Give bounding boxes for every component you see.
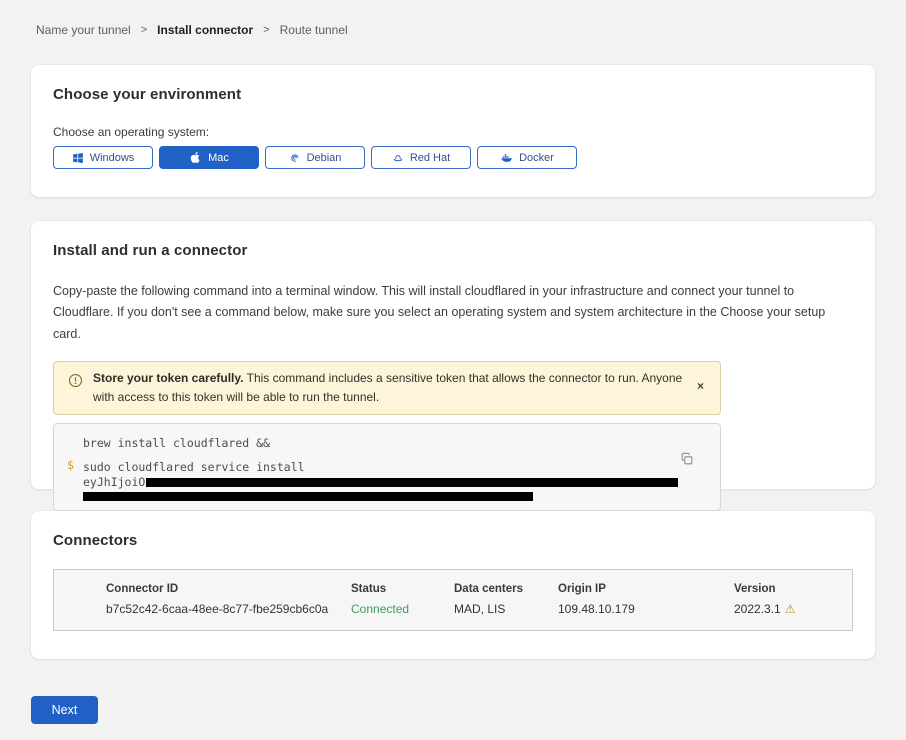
breadcrumb-step-route-tunnel[interactable]: Route tunnel [280,23,348,37]
tunnel-setup-page: Name your tunnel > Install connector > R… [0,0,906,740]
status-badge: Connected [351,602,454,616]
install-command-code-block: $ brew install cloudflared && sudo cloud… [53,423,721,511]
environment-card-title: Choose your environment [53,86,853,103]
os-button-label: Docker [519,152,554,164]
data-centers-cell: MAD, LIS [454,602,558,616]
redacted-token-bar [83,492,533,501]
alert-circle-icon [68,373,83,393]
breadcrumb: Name your tunnel > Install connector > R… [36,23,875,37]
version-cell: 2022.3.1 ⚠ [734,602,852,616]
docker-icon [500,151,513,164]
breadcrumb-separator: > [263,24,269,36]
token-warning-title: Store your token carefully. [93,371,244,385]
command-line-2: sudo cloudflared service install [83,460,680,476]
os-button-windows[interactable]: Windows [53,146,153,169]
version-value: 2022.3.1 [734,602,781,616]
column-header-data-centers: Data centers [454,583,558,595]
column-header-status: Status [351,583,454,595]
origin-ip-cell: 109.48.10.179 [558,602,734,616]
table-row: b7c52c42-6caa-48ee-8c77-fbe259cb6c0a Con… [106,602,852,616]
copy-icon[interactable] [678,450,696,471]
windows-icon [72,152,84,164]
apple-icon [189,151,202,164]
install-connector-card: Install and run a connector Copy-paste t… [31,221,875,489]
token-prefix: eyJhIjoiO [83,475,145,491]
column-header-origin-ip: Origin IP [558,583,734,595]
token-warning-banner: Store your token carefully. This command… [53,361,721,415]
token-warning-text: Store your token carefully. This command… [93,369,683,407]
breadcrumb-separator: > [141,24,147,36]
shell-prompt: $ [67,458,74,474]
install-connector-title: Install and run a connector [53,242,853,259]
os-button-label: Debian [307,152,342,164]
table-header-row: Connector ID Status Data centers Origin … [106,583,852,595]
redacted-token-bar [146,478,678,487]
redhat-icon [392,152,404,164]
column-header-connector-id: Connector ID [106,583,351,595]
connectors-table: Connector ID Status Data centers Origin … [53,569,853,631]
os-button-label: Red Hat [410,152,450,164]
os-button-group: Windows Mac Debian Red Hat [53,146,853,169]
os-button-label: Windows [90,152,135,164]
os-button-docker[interactable]: Docker [477,146,577,169]
connectors-card: Connectors Connector ID Status Data cent… [31,511,875,659]
close-icon[interactable]: × [693,377,708,395]
debian-icon [289,152,301,164]
connector-id-cell: b7c52c42-6caa-48ee-8c77-fbe259cb6c0a [106,602,351,616]
command-line-1: brew install cloudflared && [83,436,680,452]
warning-triangle-icon: ⚠ [785,602,796,616]
connectors-card-title: Connectors [53,532,853,549]
install-connector-description: Copy-paste the following command into a … [53,281,853,345]
os-button-redhat[interactable]: Red Hat [371,146,471,169]
os-select-label: Choose an operating system: [53,125,853,139]
next-button[interactable]: Next [31,696,98,724]
os-button-label: Mac [208,152,229,164]
token-line: eyJhIjoiO [83,475,680,491]
breadcrumb-step-name-tunnel[interactable]: Name your tunnel [36,23,131,37]
breadcrumb-step-install-connector[interactable]: Install connector [157,23,253,37]
os-button-mac[interactable]: Mac [159,146,259,169]
environment-card: Choose your environment Choose an operat… [31,65,875,197]
os-button-debian[interactable]: Debian [265,146,365,169]
column-header-version: Version [734,583,852,595]
